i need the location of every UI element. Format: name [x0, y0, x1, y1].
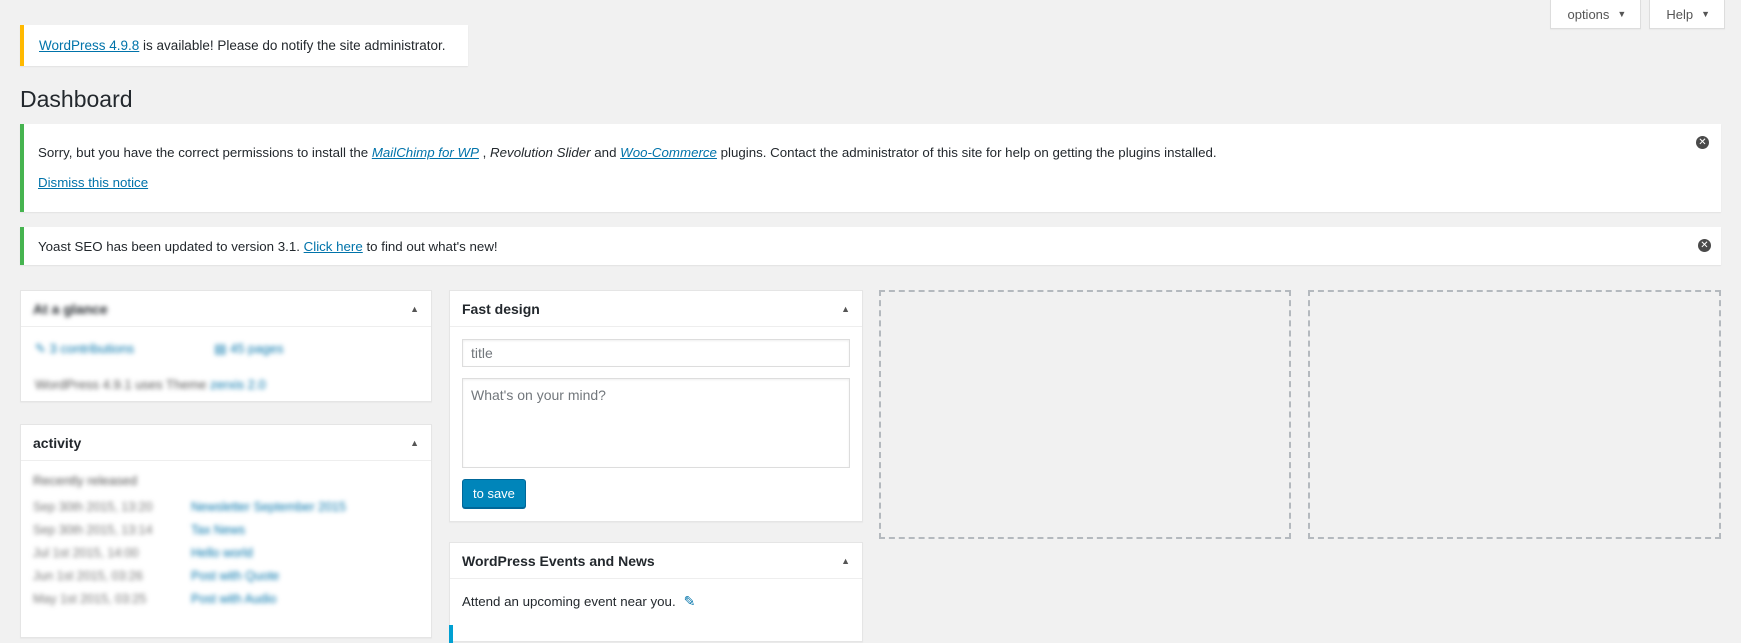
- pencil-icon[interactable]: ✎: [684, 593, 696, 610]
- version-text: WordPress 4.9.1 uses Theme: [35, 377, 207, 392]
- theme-link[interactable]: zerxis 2.0: [210, 377, 266, 392]
- help-button[interactable]: Help ▼: [1649, 0, 1725, 29]
- yoast-click-here-link[interactable]: Click here: [304, 239, 363, 254]
- widget-header[interactable]: WordPress Events and News ▲: [450, 543, 862, 579]
- plugin-link-woocommerce[interactable]: Woo-Commerce: [620, 145, 717, 160]
- events-news-widget: WordPress Events and News ▲ Attend an up…: [449, 542, 863, 643]
- attend-text: Attend an upcoming event near you.: [462, 594, 676, 609]
- post-date: Jul 1st 2015, 14:00: [33, 546, 139, 560]
- draft-title-input[interactable]: [462, 339, 850, 367]
- quick-draft-form: to save: [450, 327, 862, 520]
- contributions-count: 3 contributions: [49, 341, 135, 356]
- glance-stats: ✎ 3 contributions ▤ 45 pages: [21, 327, 431, 357]
- widget-title: activity: [33, 434, 82, 451]
- plugin-name-revslider: Revolution Slider: [490, 145, 591, 160]
- widget-header[interactable]: At a glance ▲: [21, 291, 431, 327]
- toggle-arrow-icon[interactable]: ▲: [841, 304, 850, 314]
- list-item: Sep 30th 2015, 13:20 Newsletter Septembe…: [21, 496, 431, 519]
- widget-title: WordPress Events and News: [462, 552, 655, 569]
- yoast-notice-message: Yoast SEO has been updated to version 3.…: [38, 239, 498, 254]
- activity-list: Sep 30th 2015, 13:20 Newsletter Septembe…: [21, 496, 431, 611]
- empty-widget-dropzone[interactable]: [1308, 290, 1721, 539]
- activity-subheading: Recently released: [33, 473, 138, 488]
- dismiss-notice-link[interactable]: Dismiss this notice: [38, 175, 148, 190]
- version-line: WordPress 4.9.1 uses Theme zerxis 2.0: [21, 357, 431, 412]
- empty-widget-dropzone[interactable]: [879, 290, 1291, 539]
- toggle-arrow-icon[interactable]: ▲: [841, 556, 850, 566]
- page-title: Dashboard: [20, 86, 133, 112]
- post-link[interactable]: Post with Audio: [191, 592, 276, 606]
- close-icon[interactable]: ✕: [1698, 239, 1711, 252]
- post-link[interactable]: Newsletter September 2015: [191, 500, 346, 514]
- screen-meta-tabs: options ▼ Help ▼: [1550, 0, 1725, 29]
- widget-header[interactable]: activity ▲: [21, 425, 431, 461]
- list-item: Jun 1st 2015, 03:26 Post with Quote: [21, 565, 431, 588]
- caret-down-icon: ▼: [1701, 9, 1710, 19]
- plugin-notice: Sorry, but you have the correct permissi…: [20, 124, 1721, 212]
- widget-title: At a glance: [33, 300, 108, 317]
- list-item: May 1st 2015, 03:25 Post with Audio: [21, 588, 431, 611]
- notice-text: and: [590, 145, 621, 160]
- draft-content-textarea[interactable]: [462, 378, 850, 468]
- toggle-arrow-icon[interactable]: ▲: [410, 438, 419, 448]
- screen-options-label: options: [1567, 6, 1610, 22]
- update-nag: WordPress 4.9.8 is available! Please do …: [20, 25, 468, 66]
- update-nag-text: is available! Please do notify the site …: [139, 38, 446, 53]
- notice-text: Yoast SEO has been updated to version 3.…: [38, 239, 304, 254]
- list-item: Sep 30th 2015, 13:14 Tax News: [21, 519, 431, 542]
- update-link[interactable]: WordPress 4.9.8: [39, 38, 139, 53]
- post-date: May 1st 2015, 03:25: [33, 592, 147, 606]
- activity-widget: activity ▲ Recently released Sep 30th 20…: [20, 424, 432, 638]
- save-draft-button[interactable]: to save: [462, 479, 526, 508]
- widget-title: Fast design: [462, 300, 540, 317]
- quick-draft-widget: Fast design ▲ to save: [449, 290, 863, 522]
- help-label: Help: [1666, 6, 1694, 22]
- notice-text: plugins. Contact the administrator of th…: [716, 145, 1217, 160]
- toggle-arrow-icon[interactable]: ▲: [410, 304, 419, 314]
- pages-count: 45 pages: [229, 341, 284, 356]
- notice-text: ,: [478, 145, 491, 160]
- yoast-notice: Yoast SEO has been updated to version 3.…: [20, 227, 1721, 265]
- close-icon[interactable]: ✕: [1696, 136, 1709, 149]
- list-item: Jul 1st 2015, 14:00 Hello world: [21, 542, 431, 565]
- post-link[interactable]: Post with Quote: [191, 569, 279, 583]
- plugin-link-mailchimp[interactable]: MailChimp for WP: [372, 145, 479, 160]
- pages-link[interactable]: ▤ 45 pages: [214, 341, 283, 357]
- post-date: Sep 30th 2015, 13:14: [33, 523, 153, 537]
- notice-text: to find out what's new!: [362, 239, 498, 254]
- plugin-notice-message: Sorry, but you have the correct permissi…: [38, 145, 1217, 160]
- post-date: Sep 30th 2015, 13:20: [33, 500, 153, 514]
- widget-header[interactable]: Fast design ▲: [450, 291, 862, 327]
- notice-text: Sorry, but you have the correct permissi…: [38, 145, 372, 160]
- events-location: Attend an upcoming event near you. ✎: [450, 579, 862, 624]
- caret-down-icon: ▼: [1617, 9, 1627, 19]
- post-link[interactable]: Hello world: [191, 546, 253, 560]
- post-link[interactable]: Tax News: [191, 523, 245, 537]
- screen-options-button[interactable]: options ▼: [1550, 0, 1642, 29]
- post-date: Jun 1st 2015, 03:26: [33, 569, 143, 583]
- contributions-link[interactable]: ✎ 3 contributions: [35, 341, 134, 357]
- event-accent-bar: [449, 625, 453, 643]
- at-a-glance-widget: At a glance ▲ ✎ 3 contributions ▤ 45 pag…: [20, 290, 432, 402]
